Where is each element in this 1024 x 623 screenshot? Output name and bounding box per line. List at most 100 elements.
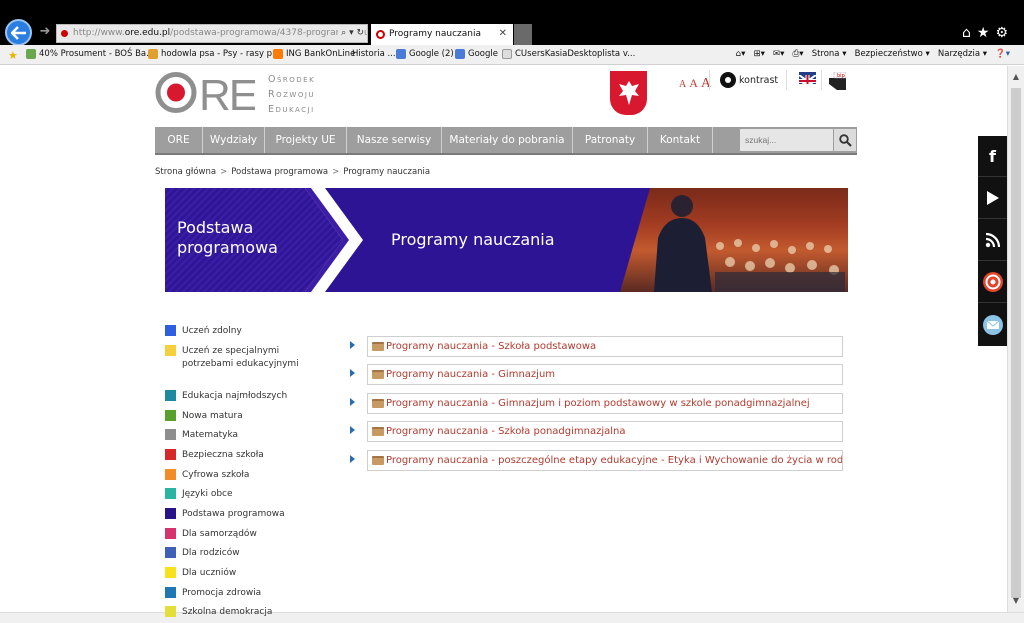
ore-logo[interactable]: RE: [155, 71, 259, 120]
address-bar[interactable]: http://www.ore.edu.pl/podstawa-programow…: [56, 24, 368, 43]
address-tools-icon[interactable]: ⌕ ▾ ↻: [338, 25, 364, 42]
program-link[interactable]: Programy nauczania - Szkoła ponadgimnazj…: [367, 421, 843, 442]
scroll-down-icon[interactable]: ▼: [1008, 594, 1024, 608]
feed-icon[interactable]: ⊞▾: [754, 49, 765, 59]
divider: [786, 70, 787, 90]
category-color-swatch: [165, 606, 176, 617]
svg-text:RE: RE: [199, 71, 255, 114]
breadcrumb: Strona główna > Podstawa programowa > Progra…: [155, 167, 431, 177]
polish-emblem-icon: [610, 71, 647, 115]
help-icon[interactable]: ❓▾: [995, 49, 1010, 59]
youtube-icon[interactable]: [978, 178, 1007, 219]
svg-text:bip: bip: [837, 73, 845, 79]
google-icon: [455, 49, 465, 59]
print-icon[interactable]: ⎙▾: [793, 49, 804, 59]
favorite-icon: [273, 49, 283, 59]
program-link[interactable]: Programy nauczania - Szkoła podstawowa: [367, 336, 843, 357]
email-icon[interactable]: [978, 304, 1007, 345]
page-title: Programy nauczania: [391, 230, 555, 249]
breadcrumb-podstawa[interactable]: Podstawa programowa: [231, 167, 328, 177]
program-link[interactable]: Programy nauczania - poszczególne etapy …: [367, 450, 843, 471]
divider: [709, 70, 710, 90]
program-link[interactable]: Programy nauczania - Gimnazjum i poziom …: [367, 393, 843, 414]
browser-right-icons[interactable]: ⌂★⚙: [962, 25, 1014, 41]
bullet-arrow-icon: [350, 369, 355, 377]
page-menu[interactable]: Strona ▾: [812, 49, 847, 59]
ore-logo-icon: RE: [155, 71, 259, 120]
tools-menu[interactable]: Narzędzia ▾: [938, 49, 987, 59]
gear-icon[interactable]: ⚙: [995, 25, 1014, 41]
category-color-swatch: [165, 567, 176, 578]
favorite-item[interactable]: Google: [455, 49, 498, 59]
category-color-swatch: [165, 488, 176, 499]
favorite-item[interactable]: Google (2): [396, 49, 454, 59]
category-color-swatch: [165, 449, 176, 460]
eye-icon: [720, 72, 736, 88]
favorite-item[interactable]: 40% Prosument - BOŚ Ba...: [26, 49, 154, 59]
favorite-item[interactable]: ING BankOnLine: [273, 49, 355, 59]
safety-menu[interactable]: Bezpieczeństwo ▾: [855, 49, 930, 59]
browser-titlebar: ➜ http://www.ore.edu.pl/podstawa-program…: [0, 0, 1024, 46]
nav-wydzialy[interactable]: Wydziały: [203, 127, 265, 153]
tab-favicon-icon: [376, 30, 385, 39]
contrast-button[interactable]: kontrast: [720, 71, 778, 89]
banner-chevron-icon: [305, 188, 363, 292]
bullet-arrow-icon: [350, 455, 355, 463]
search-button[interactable]: [834, 129, 856, 151]
scroll-up-icon[interactable]: ▲: [1008, 70, 1024, 84]
org-name: Ośrodek Rozwoju Edukacji: [268, 74, 316, 115]
mail-icon[interactable]: ✉▾: [773, 49, 784, 59]
banner-section-title: Podstawa programowa: [177, 218, 278, 257]
site-favicon-icon: [61, 30, 68, 37]
folder-icon: [372, 456, 384, 465]
google-icon: [396, 49, 406, 59]
folder-icon: [372, 342, 384, 351]
nav-projekty-ue[interactable]: Projekty UE: [265, 127, 347, 153]
close-tab-icon[interactable]: ✕: [499, 24, 507, 44]
breadcrumb-home[interactable]: Strona główna: [155, 167, 216, 177]
program-link[interactable]: Programy nauczania - Gimnazjum: [367, 364, 843, 385]
star-icon[interactable]: ★: [977, 25, 996, 41]
scroll-thumb[interactable]: [1011, 88, 1021, 598]
category-color-swatch: [165, 508, 176, 519]
favorite-item[interactable]: CUsersKasiaDesktoplista v...: [502, 49, 635, 59]
nav-kontakt[interactable]: Kontakt: [648, 127, 713, 153]
nav-ore[interactable]: ORE: [155, 127, 203, 153]
favorites-bar: ★ 40% Prosument - BOŚ Ba... hodowla psa …: [0, 45, 1024, 65]
nav-materialy[interactable]: Materiały do pobrania: [442, 127, 573, 153]
favorite-item[interactable]: Historia ...: [352, 49, 396, 59]
ore-icon[interactable]: [978, 262, 1007, 303]
horizontal-scrollbar[interactable]: [0, 612, 1024, 623]
vertical-scrollbar[interactable]: ▲ ▼: [1007, 66, 1024, 612]
list-item: Programy nauczania - Szkoła ponadgimnazj…: [350, 421, 845, 442]
new-tab-button[interactable]: [514, 24, 532, 45]
page-banner: Podstawa programowa Programy nauczania: [165, 188, 848, 292]
home-icon[interactable]: ⌂: [962, 25, 977, 41]
category-color-swatch: [165, 587, 176, 598]
list-item: Programy nauczania - Gimnazjum i poziom …: [350, 393, 845, 414]
favorite-icon: [148, 49, 158, 59]
social-bar: f: [978, 136, 1007, 346]
font-small-button[interactable]: A: [679, 79, 686, 90]
favorites-star-icon[interactable]: ★: [8, 49, 18, 62]
nav-patronaty[interactable]: Patronaty: [573, 127, 648, 153]
arrow-left-icon: [10, 25, 26, 40]
category-color-swatch: [165, 345, 176, 356]
rss-icon[interactable]: [978, 220, 1007, 261]
font-medium-button[interactable]: A: [689, 76, 698, 90]
list-item: Programy nauczania - poszczególne etapy …: [350, 450, 845, 471]
nav-nasze-serwisy[interactable]: Nasze serwisy: [347, 127, 442, 153]
category-color-swatch: [165, 325, 176, 336]
command-bar: ⌂▾ ⊞▾ ✉▾ ⎙▾ Strona ▾ Bezpieczeństwo ▾ Na…: [736, 49, 1010, 59]
bip-icon[interactable]: bip: [829, 71, 847, 90]
favorite-item[interactable]: hodowla psa - Psy - rasy p...: [148, 49, 280, 59]
back-button[interactable]: [5, 19, 32, 46]
facebook-icon[interactable]: f: [978, 136, 1007, 177]
folder-icon: [372, 370, 384, 379]
search-input[interactable]: [740, 129, 833, 151]
english-flag-icon[interactable]: [799, 72, 816, 84]
home-icon[interactable]: ⌂▾: [736, 49, 746, 59]
forward-button[interactable]: ➜: [37, 24, 53, 40]
browser-tab[interactable]: Programy nauczania ✕: [371, 24, 513, 45]
category-color-swatch: [165, 429, 176, 440]
